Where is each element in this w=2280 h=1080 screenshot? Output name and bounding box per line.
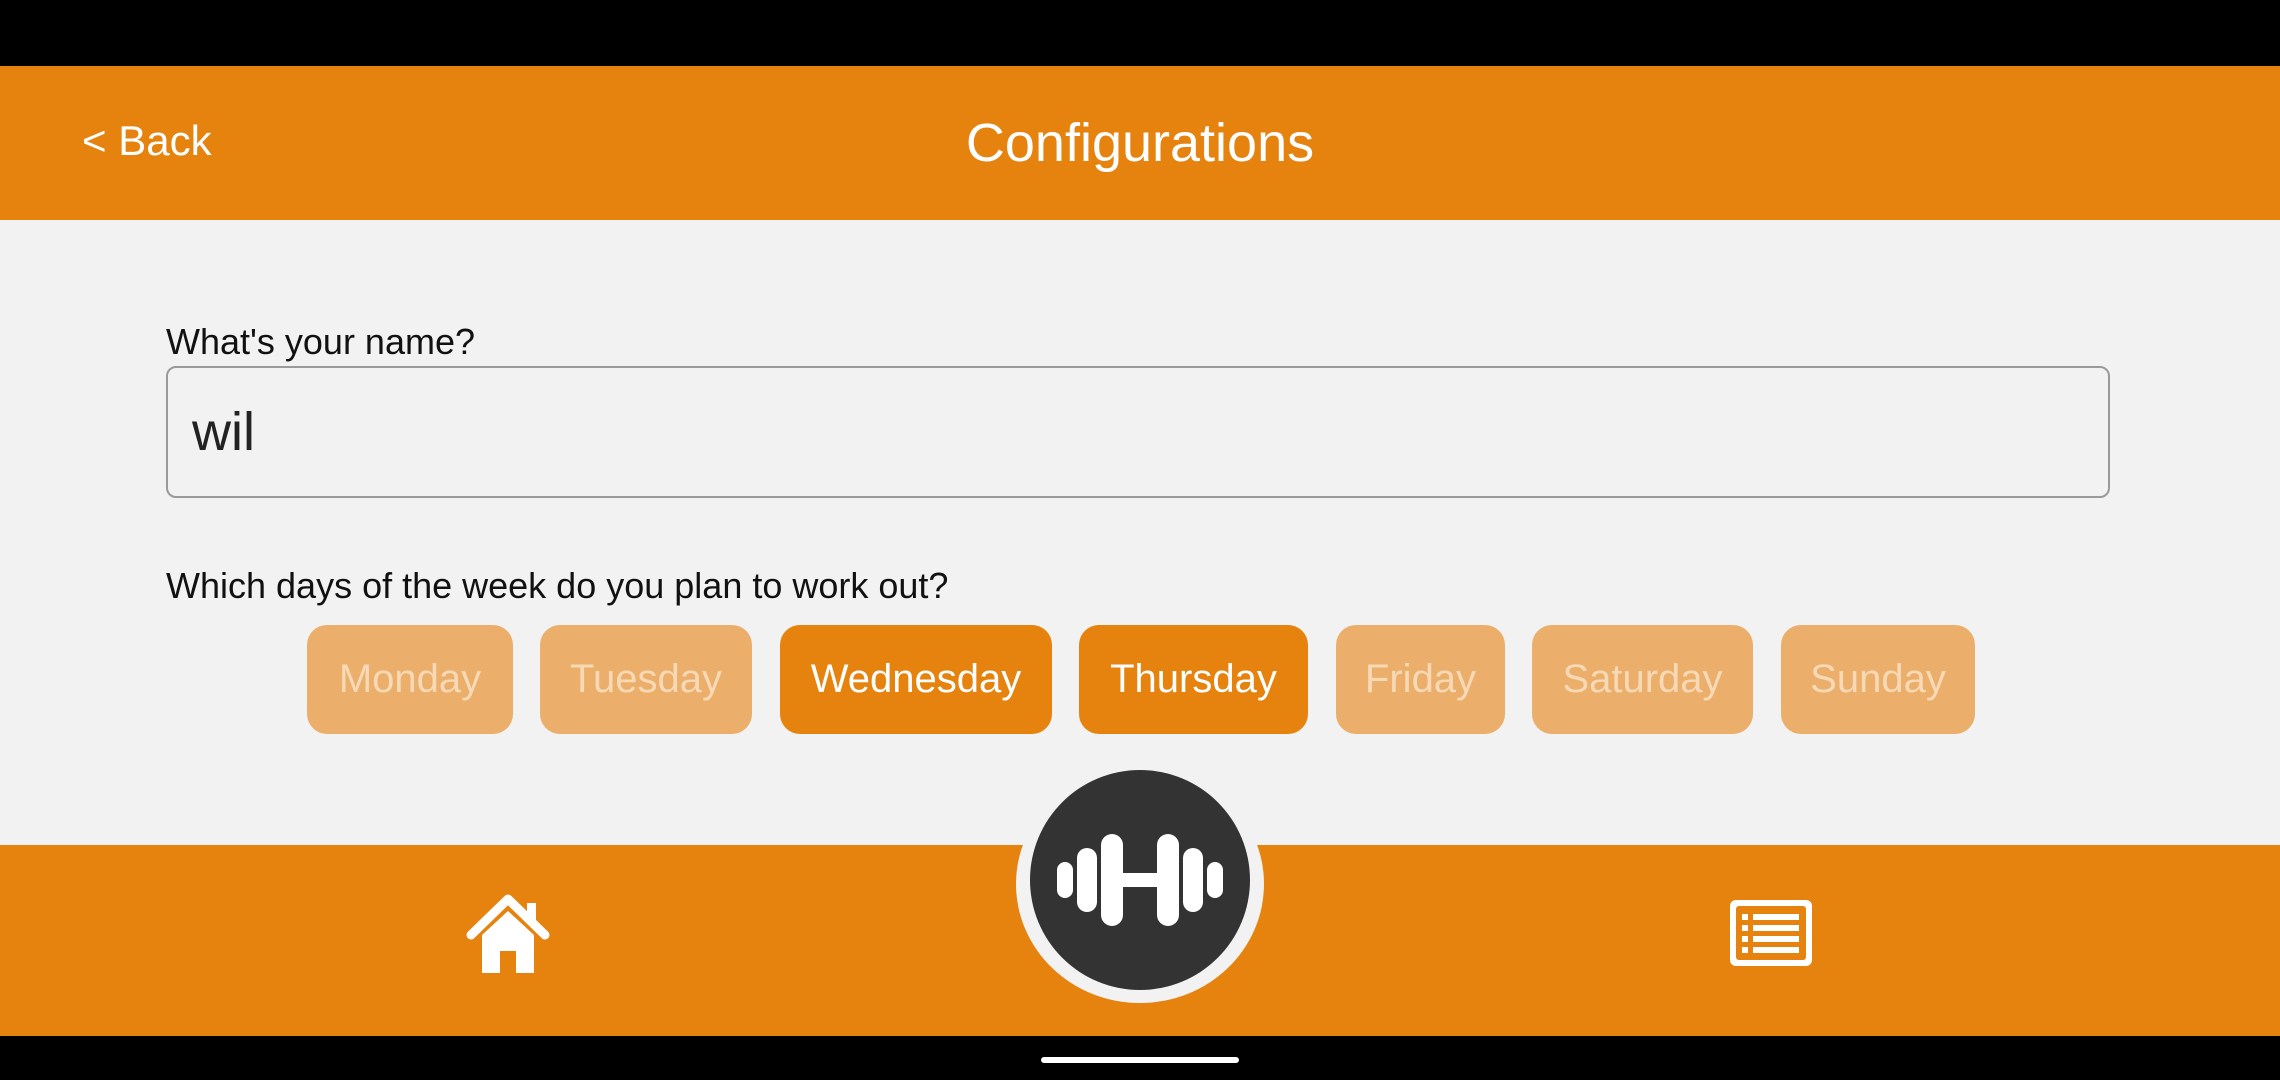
name-question-label: What's your name?	[166, 321, 476, 362]
day-chip-tuesday[interactable]: Tuesday	[540, 625, 752, 734]
day-chip-monday[interactable]: Monday	[307, 625, 513, 734]
home-icon[interactable]	[465, 893, 551, 977]
list-icon[interactable]	[1728, 898, 1814, 968]
dumbbell-icon	[1057, 834, 1223, 926]
status-bar	[0, 0, 2280, 66]
app-screen: < Back Configurations What's your name? …	[0, 0, 2280, 1080]
name-input[interactable]	[166, 366, 2110, 498]
system-gesture-area	[0, 1036, 2280, 1080]
workout-days-question-label: Which days of the week do you plan to wo…	[166, 565, 949, 606]
configurations-form: What's your name? Which days of the week…	[0, 220, 2280, 845]
header-bar: < Back Configurations	[0, 66, 2280, 220]
day-chip-sunday[interactable]: Sunday	[1781, 625, 1975, 734]
page-title: Configurations	[965, 113, 1315, 173]
day-chip-saturday[interactable]: Saturday	[1532, 625, 1753, 734]
day-chip-wednesday[interactable]: Wednesday	[780, 625, 1052, 734]
day-chip-thursday[interactable]: Thursday	[1079, 625, 1308, 734]
workout-fab-button[interactable]	[1030, 770, 1250, 990]
home-gesture-handle[interactable]	[1041, 1057, 1239, 1063]
day-chip-friday[interactable]: Friday	[1336, 625, 1505, 734]
